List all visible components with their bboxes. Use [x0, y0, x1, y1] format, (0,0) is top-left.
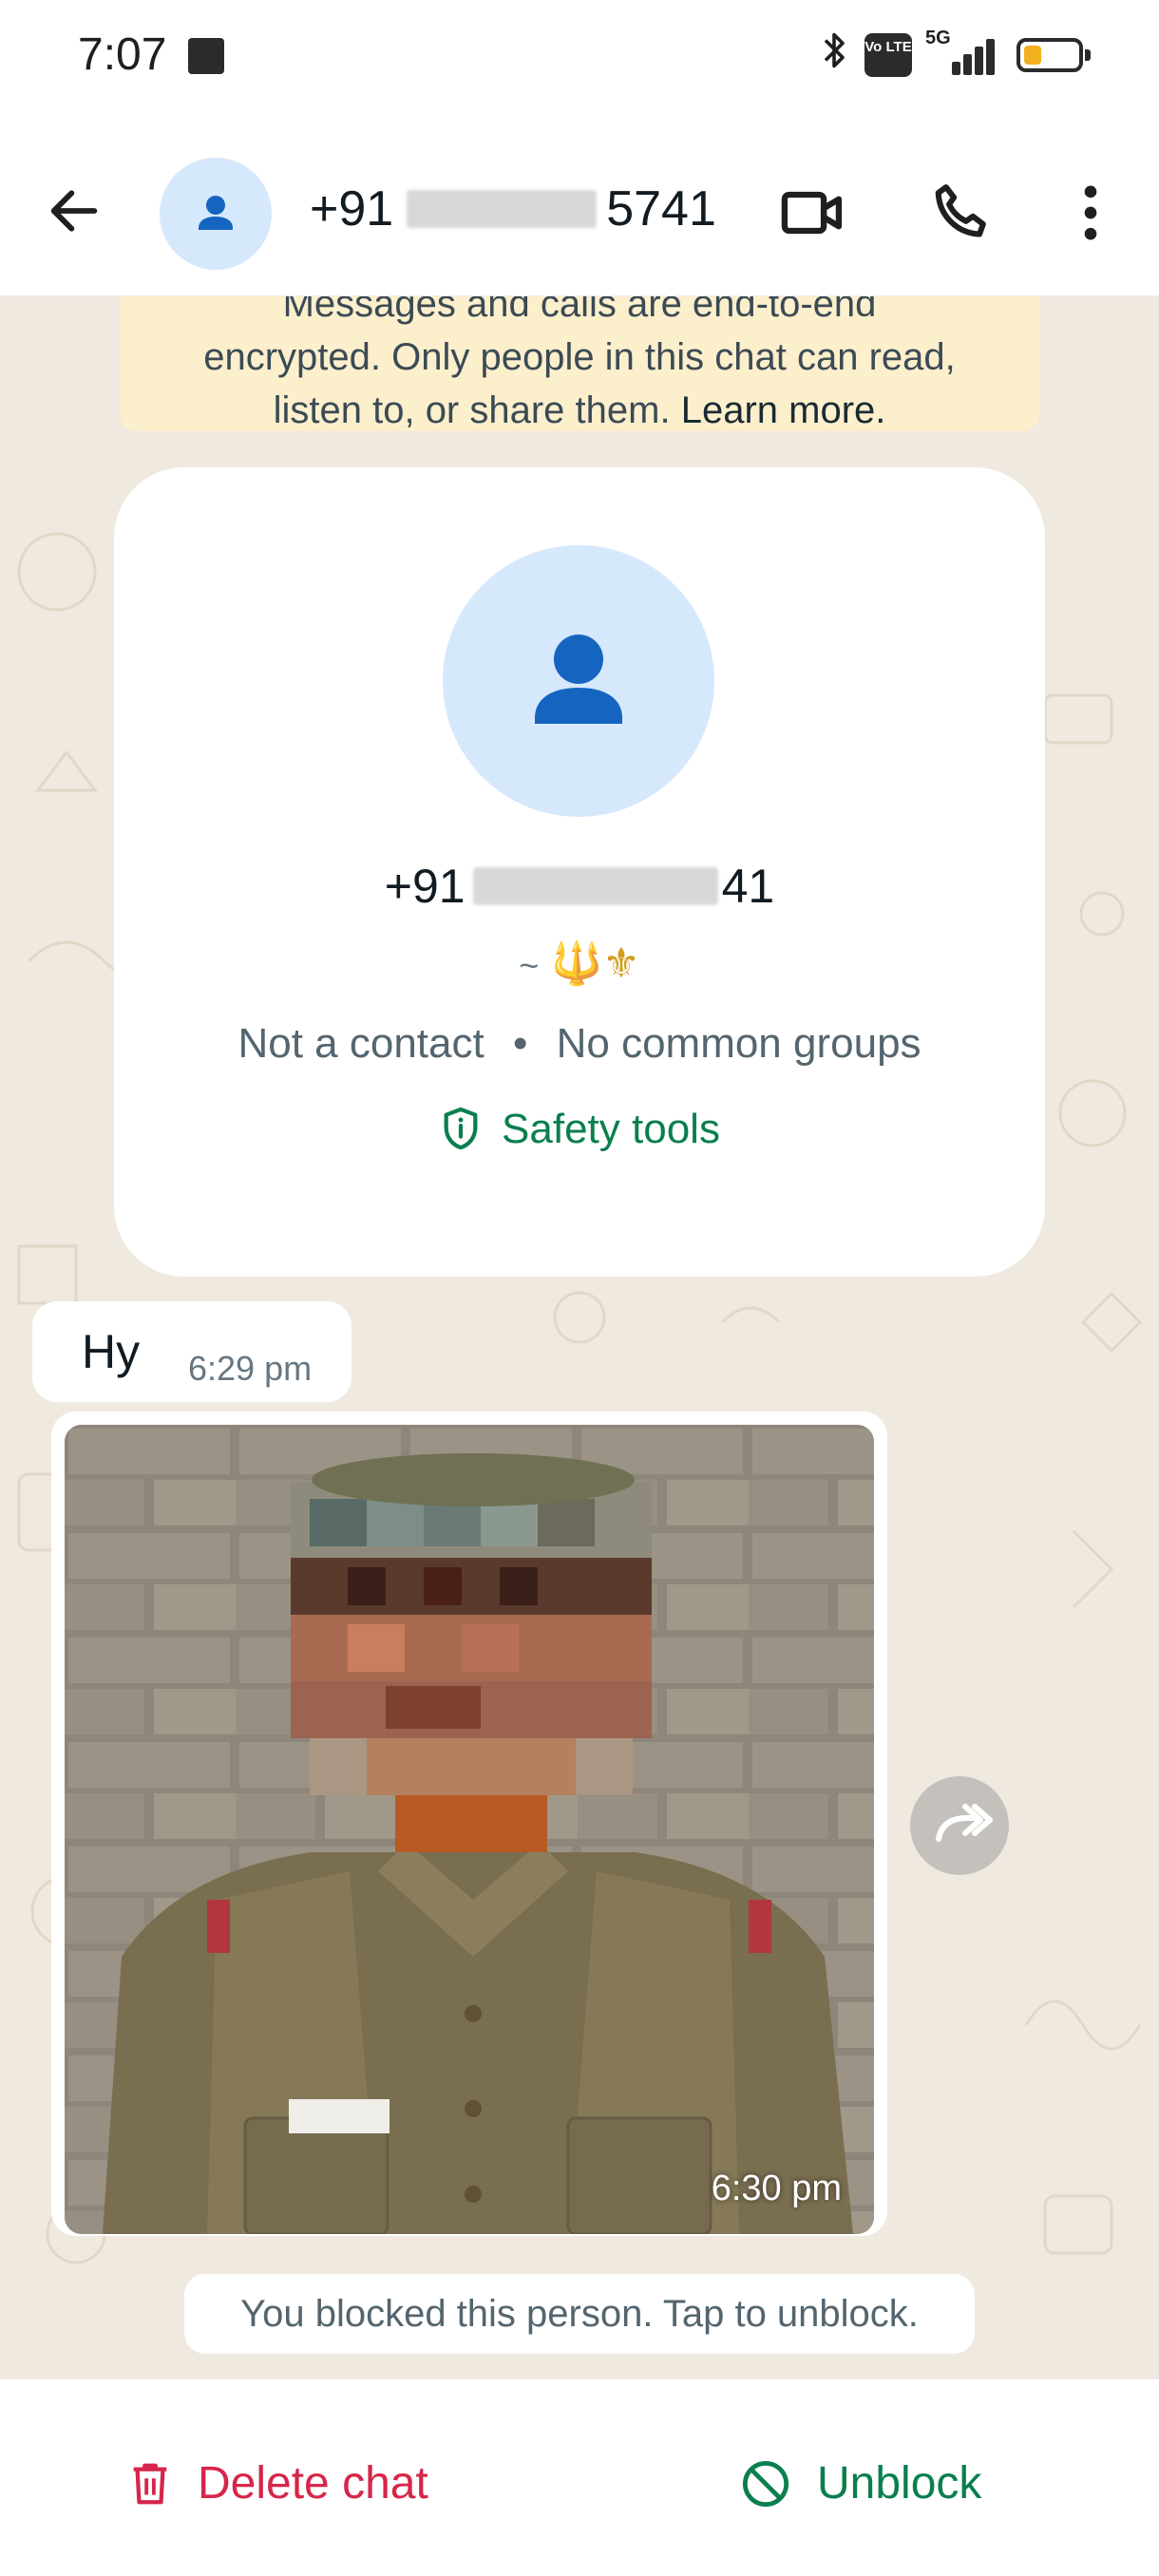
incoming-image-message[interactable]: 6:30 pm	[51, 1411, 887, 2236]
forward-icon	[936, 1804, 993, 1842]
header-avatar[interactable]	[160, 158, 272, 270]
more-options-icon[interactable]	[1064, 177, 1117, 249]
photo-content	[65, 1425, 874, 2234]
title-prefix: +91	[310, 181, 394, 237]
status-time: 7:07	[78, 29, 167, 80]
volte-icon: Vo LTE	[864, 33, 912, 77]
avatar-person-icon	[199, 196, 233, 230]
profile-about: ~ 🔱⚜	[114, 938, 1045, 988]
redacted-digits	[407, 190, 598, 228]
meta-separator: •	[512, 1020, 528, 1067]
safety-tools-label: Safety tools	[502, 1106, 720, 1152]
block-icon	[742, 2460, 789, 2507]
learn-more-link[interactable]: Learn more.	[681, 389, 886, 431]
message-photo[interactable]: 6:30 pm	[65, 1425, 874, 2234]
encryption-line-3: listen to, or share them. Learn more.	[148, 384, 1011, 437]
profile-avatar[interactable]	[443, 545, 714, 817]
battery-icon	[1016, 38, 1091, 72]
message-text: Hy	[82, 1325, 141, 1378]
delete-chat-button[interactable]: Delete chat	[129, 2457, 428, 2510]
status-icons: Vo LTE 5G	[817, 28, 1091, 82]
contact-info-card: +91 41 ~ 🔱⚜ Not a contact • No common gr…	[114, 467, 1045, 1277]
avatar-person-icon	[535, 635, 622, 724]
profile-meta: Not a contact • No common groups	[114, 1020, 1045, 1068]
encryption-notice[interactable]: Messages and calls are end-to-end encryp…	[120, 296, 1039, 431]
profile-phone-number: +91 41	[114, 859, 1045, 914]
encryption-line-2: encrypted. Only people in this chat can …	[203, 336, 956, 378]
shield-icon	[444, 1107, 478, 1150]
about-emojis: 🔱⚜	[550, 940, 640, 987]
notification-square-icon	[188, 38, 224, 74]
voice-call-icon[interactable]	[926, 177, 998, 249]
back-arrow-icon[interactable]	[44, 180, 104, 241]
message-time: 6:29 pm	[188, 1349, 313, 1388]
incoming-text-message[interactable]: Hy 6:29 pm	[32, 1301, 352, 1402]
contact-title[interactable]: +91 5741	[310, 180, 716, 237]
signal-icon: 5G	[925, 28, 998, 79]
blocked-notice[interactable]: You blocked this person. Tap to unblock.	[184, 2274, 975, 2354]
bottom-action-bar: Delete chat Unblock	[0, 2378, 1159, 2576]
unblock-label: Unblock	[817, 2458, 982, 2509]
message-time: 6:30 pm	[711, 2169, 842, 2208]
common-groups-label: No common groups	[556, 1020, 922, 1067]
number-prefix: +91	[384, 860, 466, 913]
bluetooth-icon	[817, 28, 851, 82]
whatsapp-chat-screen: 7:07 Vo LTE 5G +91 5741 Messages and cal…	[0, 0, 1159, 2576]
about-tilde: ~	[519, 946, 540, 985]
safety-tools-button[interactable]: Safety tools	[114, 1106, 1045, 1153]
encryption-line-1: Messages and calls are end-to-end	[282, 296, 877, 325]
network-type-label: 5G	[925, 28, 951, 48]
delete-chat-label: Delete chat	[198, 2458, 428, 2509]
title-suffix: 5741	[606, 181, 716, 237]
number-suffix: 41	[721, 860, 775, 913]
redacted-digits	[472, 867, 718, 905]
chat-area[interactable]: Messages and calls are end-to-end encryp…	[0, 296, 1159, 2378]
unblock-button[interactable]: Unblock	[741, 2457, 981, 2510]
encryption-line-3-prefix: listen to, or share them.	[273, 389, 681, 431]
chat-header: +91 5741	[0, 112, 1159, 296]
trash-icon	[133, 2463, 167, 2504]
forward-button[interactable]	[910, 1776, 1009, 1875]
video-call-icon[interactable]	[777, 177, 849, 249]
status-bar: 7:07 Vo LTE 5G	[0, 0, 1159, 112]
not-a-contact-label: Not a contact	[238, 1020, 484, 1067]
